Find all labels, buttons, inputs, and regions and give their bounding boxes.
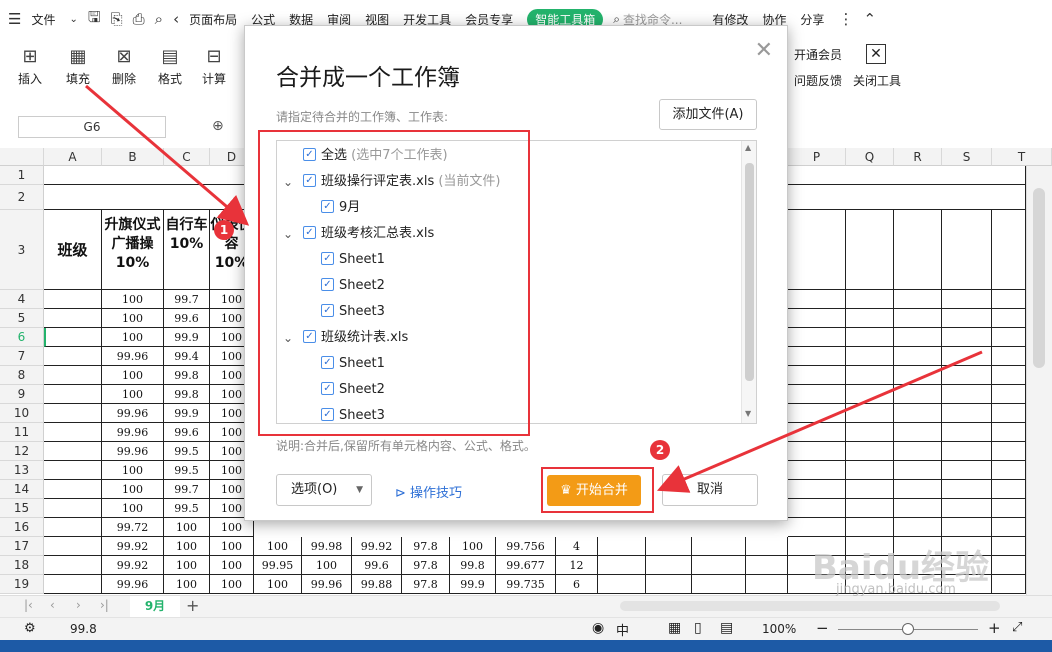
annotation-arrow-1 (85, 84, 250, 226)
annotation-arrow-2 (656, 350, 983, 493)
watermark-url: jingyan.baidu.com (836, 582, 956, 597)
